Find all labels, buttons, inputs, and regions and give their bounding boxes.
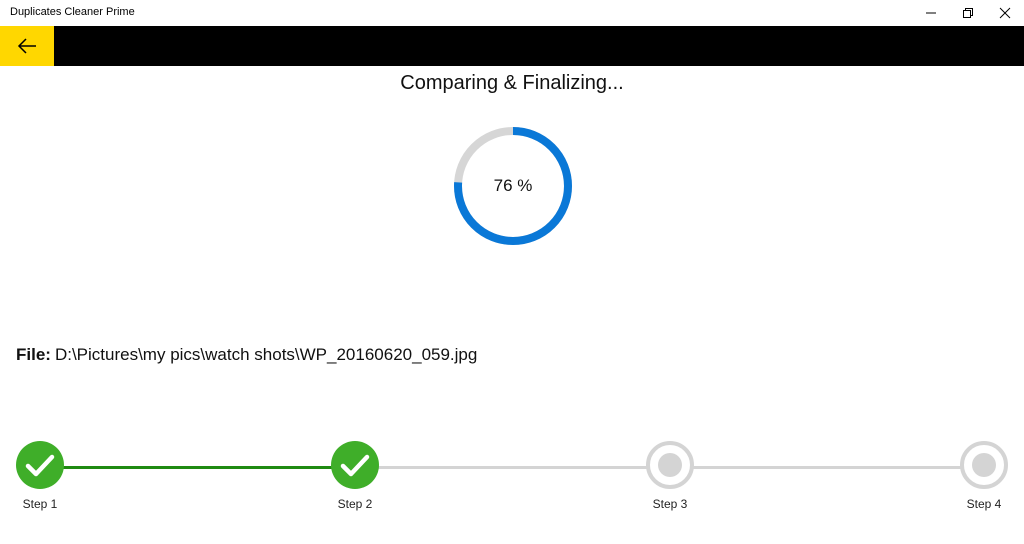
file-path: D:\Pictures\my pics\watch shots\WP_20160… [54,345,478,364]
step-connector [355,466,670,469]
minimize-icon [926,12,936,14]
step-2-indicator [330,440,380,490]
step-3-indicator [645,440,695,490]
step-4-indicator [959,440,1009,490]
pending-dot-icon [972,453,996,477]
pending-dot-icon [658,453,682,477]
app-title: Duplicates Cleaner Prime [10,6,135,18]
step-2-label: Step 2 [337,497,373,511]
close-icon [999,7,1011,19]
status-title: Comparing & Finalizing... [400,72,624,94]
step-progress: Step 1 Step 2 Step 3 Step 4 [0,436,1024,526]
header-bar [0,26,1024,66]
progress-ring: 76 % [452,125,574,247]
back-button[interactable] [0,26,54,66]
restore-icon [963,8,973,18]
restore-button[interactable] [951,0,985,26]
step-connector [670,466,984,469]
close-button[interactable] [988,0,1022,26]
title-bar: Duplicates Cleaner Prime [0,0,1024,26]
current-file: File: D:\Pictures\my pics\watch shots\WP_… [16,345,477,365]
arrow-left-icon [17,38,36,54]
minimize-button[interactable] [914,0,948,26]
step-1-label: Step 1 [22,497,58,511]
step-connector [40,466,355,469]
file-label: File: [16,345,51,364]
step-4-label: Step 4 [966,497,1002,511]
step-3-label: Step 3 [652,497,688,511]
progress-percent: 76 % [493,176,533,195]
step-1-indicator [15,440,65,490]
